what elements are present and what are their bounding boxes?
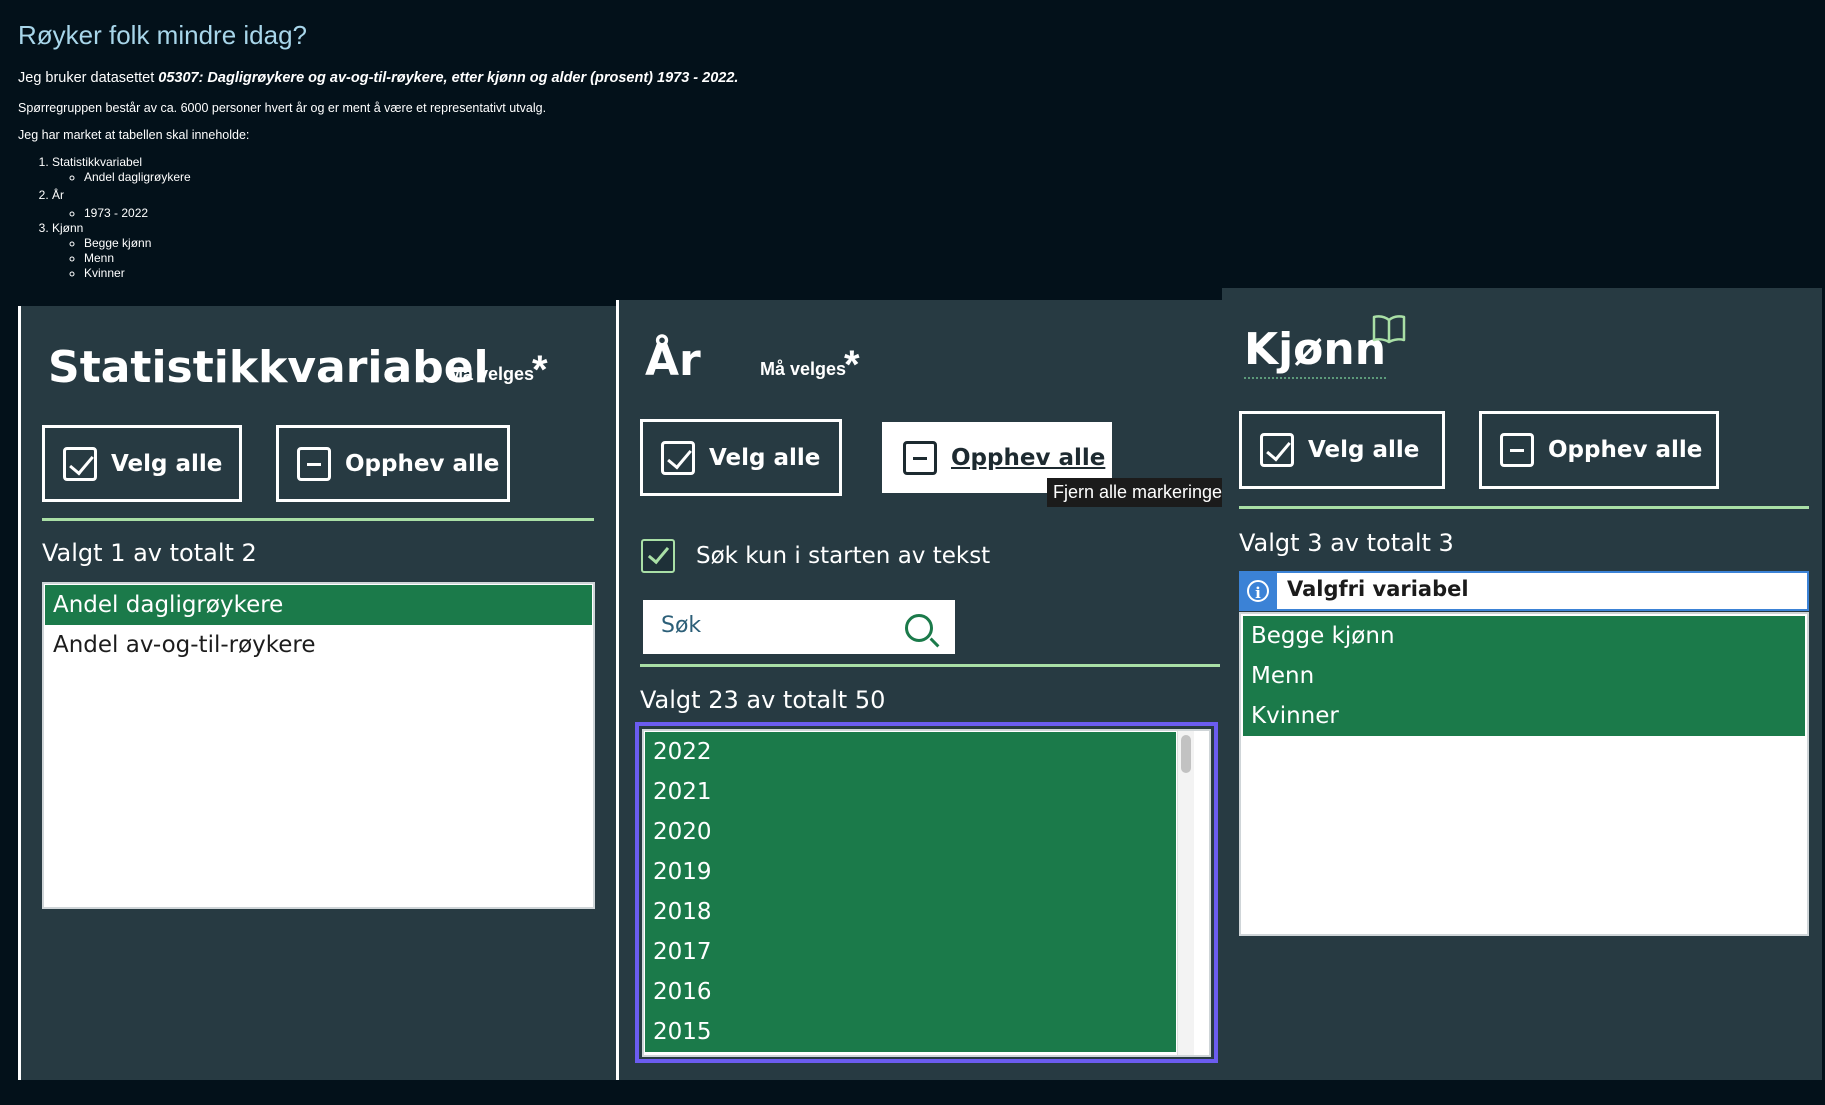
list-subitem: Kvinner (84, 266, 191, 281)
required-star: * (532, 348, 548, 392)
checkbox-icon (1260, 433, 1294, 467)
minus-icon (903, 440, 937, 475)
list-subitem: Begge kjønn (84, 236, 191, 251)
kjonn-listbox[interactable]: Begge kjønn Menn Kvinner (1239, 612, 1809, 936)
search-input[interactable] (659, 612, 893, 639)
list-option[interactable]: 2022 (645, 732, 1176, 772)
list-option[interactable]: 2021 (645, 772, 1176, 812)
divider (1239, 506, 1809, 509)
optional-variable-notice: i Valgfri variabel (1239, 571, 1809, 611)
search-box (643, 600, 955, 654)
selection-count: Valgt 23 av totalt 50 (640, 686, 886, 714)
kjonn-panel: Kjønn Velg alle Opphev alle Valgt 3 av t… (1222, 288, 1822, 1080)
list-item: Kjønn Begge kjønn Menn Kvinner (52, 221, 191, 281)
list-option[interactable]: 2017 (645, 932, 1176, 972)
required-label: Må velges * (448, 348, 548, 392)
list-subitem: Menn (84, 251, 191, 266)
scrollbar-thumb[interactable] (1181, 735, 1191, 773)
dataset-paragraph: Jeg bruker datasettet 05307: Dagligrøyke… (18, 70, 738, 86)
deselect-all-button[interactable]: Opphev alle (1479, 411, 1719, 489)
tooltip: Fjern alle markeringer (1047, 478, 1225, 507)
list-option[interactable]: 2018 (645, 892, 1176, 932)
checkbox-icon (661, 440, 695, 475)
list-subitem: Andel dagligrøykere (84, 170, 191, 185)
select-all-button[interactable]: Velg alle (42, 425, 242, 502)
list-option[interactable]: Andel av-og-til-røykere (45, 625, 592, 665)
dataset-prefix: Jeg bruker datasettet (18, 70, 159, 86)
aar-listbox[interactable]: 2022 2021 2020 2019 2018 2017 2016 2015 (642, 729, 1211, 1057)
required-label: Må velges * (760, 343, 860, 387)
aar-panel: År Må velges * Velg alle Opphev alle Fjer… (616, 300, 1225, 1080)
book-icon[interactable] (1372, 314, 1406, 344)
list-item: År 1973 - 2022 (52, 188, 191, 221)
list-option[interactable]: Kvinner (1243, 696, 1805, 736)
description-paragraph: Spørregruppen består av ca. 6000 persone… (18, 101, 547, 115)
select-all-button[interactable]: Velg alle (1239, 411, 1445, 489)
divider (42, 518, 594, 521)
info-icon: i (1247, 580, 1269, 602)
search-start-label: Søk kun i starten av tekst (696, 543, 991, 569)
requirements-list: Statistikkvariabel Andel dagligrøykere Å… (18, 155, 191, 281)
list-subitem: 1973 - 2022 (84, 206, 191, 221)
deselect-all-button[interactable]: Opphev alle (276, 425, 510, 502)
selection-count: Valgt 3 av totalt 3 (1239, 529, 1454, 557)
minus-icon (297, 446, 331, 481)
optional-variable-label: Valgfri variabel (1287, 577, 1469, 601)
panel-title: År (645, 335, 701, 386)
list-option[interactable]: 2019 (645, 852, 1176, 892)
list-option[interactable]: Andel dagligrøykere (45, 585, 592, 625)
statistikkvariabel-panel: Statistikkvariabel Må velges * Velg alle … (18, 306, 619, 1080)
list-option[interactable]: 2020 (645, 812, 1176, 852)
required-star: * (844, 343, 860, 387)
panel-title: Statistikkvariabel (48, 342, 489, 393)
page-title: Røyker folk mindre idag? (18, 20, 307, 50)
checkbox-icon (63, 446, 97, 481)
list-option[interactable]: 2016 (645, 972, 1176, 1012)
divider (640, 664, 1220, 667)
list-option[interactable]: 2015 (645, 1012, 1176, 1052)
select-all-button[interactable]: Velg alle (640, 419, 842, 496)
listbox-scrollbar[interactable] (1177, 731, 1194, 1055)
search-icon[interactable] (905, 614, 933, 642)
list-item: Statistikkvariabel Andel dagligrøykere (52, 155, 191, 185)
intro-section: Røyker folk mindre idag? Jeg bruker data… (18, 0, 1018, 280)
list-option[interactable]: Menn (1243, 656, 1805, 696)
statistikk-listbox[interactable]: Andel dagligrøykere Andel av-og-til-røyk… (42, 582, 595, 909)
minus-icon (1500, 433, 1534, 467)
list-option[interactable]: Begge kjønn (1243, 616, 1805, 656)
list-intro: Jeg har market at tabellen skal innehold… (18, 128, 250, 142)
selection-count: Valgt 1 av totalt 2 (42, 539, 257, 567)
dataset-name: 05307: Dagligrøykere og av-og-til-røyker… (158, 70, 739, 86)
search-start-checkbox[interactable] (641, 539, 675, 573)
panel-title: Kjønn (1244, 324, 1387, 379)
